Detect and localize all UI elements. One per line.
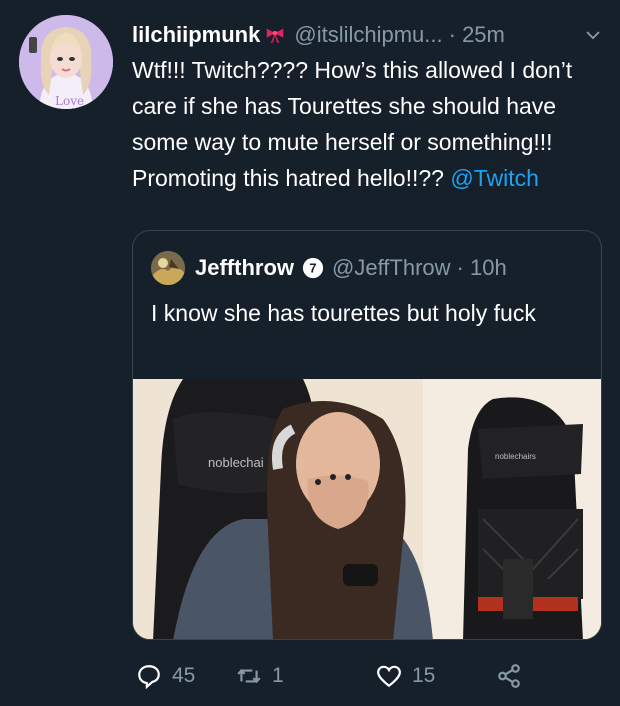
verified-badge-text: 7 [309, 261, 316, 276]
heart-icon [377, 665, 401, 688]
avatar-illustration: Love [19, 15, 113, 109]
quoted-timestamp[interactable]: · 10h [457, 255, 507, 281]
quoted-tweet[interactable]: Jeffthrow 7 @JeffThrow · 10h I know she … [132, 230, 602, 640]
retweet-button[interactable]: 1 [236, 663, 284, 689]
reply-button[interactable]: 45 [136, 663, 195, 689]
quoted-avatar[interactable] [151, 251, 185, 285]
media-image: noblechai noblechairs [133, 379, 601, 639]
tweet-actions: 45 1 15 [132, 654, 602, 698]
like-button[interactable]: 15 [376, 663, 435, 689]
mention-link[interactable]: @Twitch [450, 165, 539, 191]
verified-badge-icon: 7 [302, 257, 324, 279]
chevron-down-icon[interactable] [584, 26, 602, 44]
avatar[interactable]: Love [19, 15, 113, 109]
share-button[interactable] [496, 663, 522, 689]
quoted-avatar-illustration [151, 251, 185, 285]
svg-text:Love: Love [55, 94, 84, 108]
chair-brand-left: noblechai [208, 455, 264, 470]
quoted-header: Jeffthrow 7 @JeffThrow · 10h [151, 251, 507, 285]
reply-icon [138, 665, 160, 689]
quoted-media[interactable]: noblechai noblechairs [133, 379, 601, 639]
retweet-count: 1 [272, 664, 284, 687]
like-count: 15 [412, 664, 436, 687]
tweet-header: lilchiipmunk @itslilchipmu... · 25m [132, 20, 604, 50]
quoted-handle[interactable]: @JeffThrow [332, 255, 451, 281]
display-name[interactable]: lilchiipmunk [132, 22, 260, 48]
timestamp[interactable]: · 25m [449, 22, 505, 48]
retweet-icon [237, 669, 261, 683]
handle[interactable]: @itslilchipmu... [294, 22, 442, 48]
tweet-text: Wtf!!! Twitch???? How’s this allowed I d… [132, 52, 592, 196]
bow-icon [267, 28, 284, 44]
quoted-text: I know she has tourettes but holy fuck [151, 300, 536, 326]
quoted-display-name[interactable]: Jeffthrow [195, 255, 294, 281]
share-icon [498, 664, 520, 688]
reply-count: 45 [172, 664, 196, 687]
chair-brand-right: noblechairs [495, 452, 536, 461]
